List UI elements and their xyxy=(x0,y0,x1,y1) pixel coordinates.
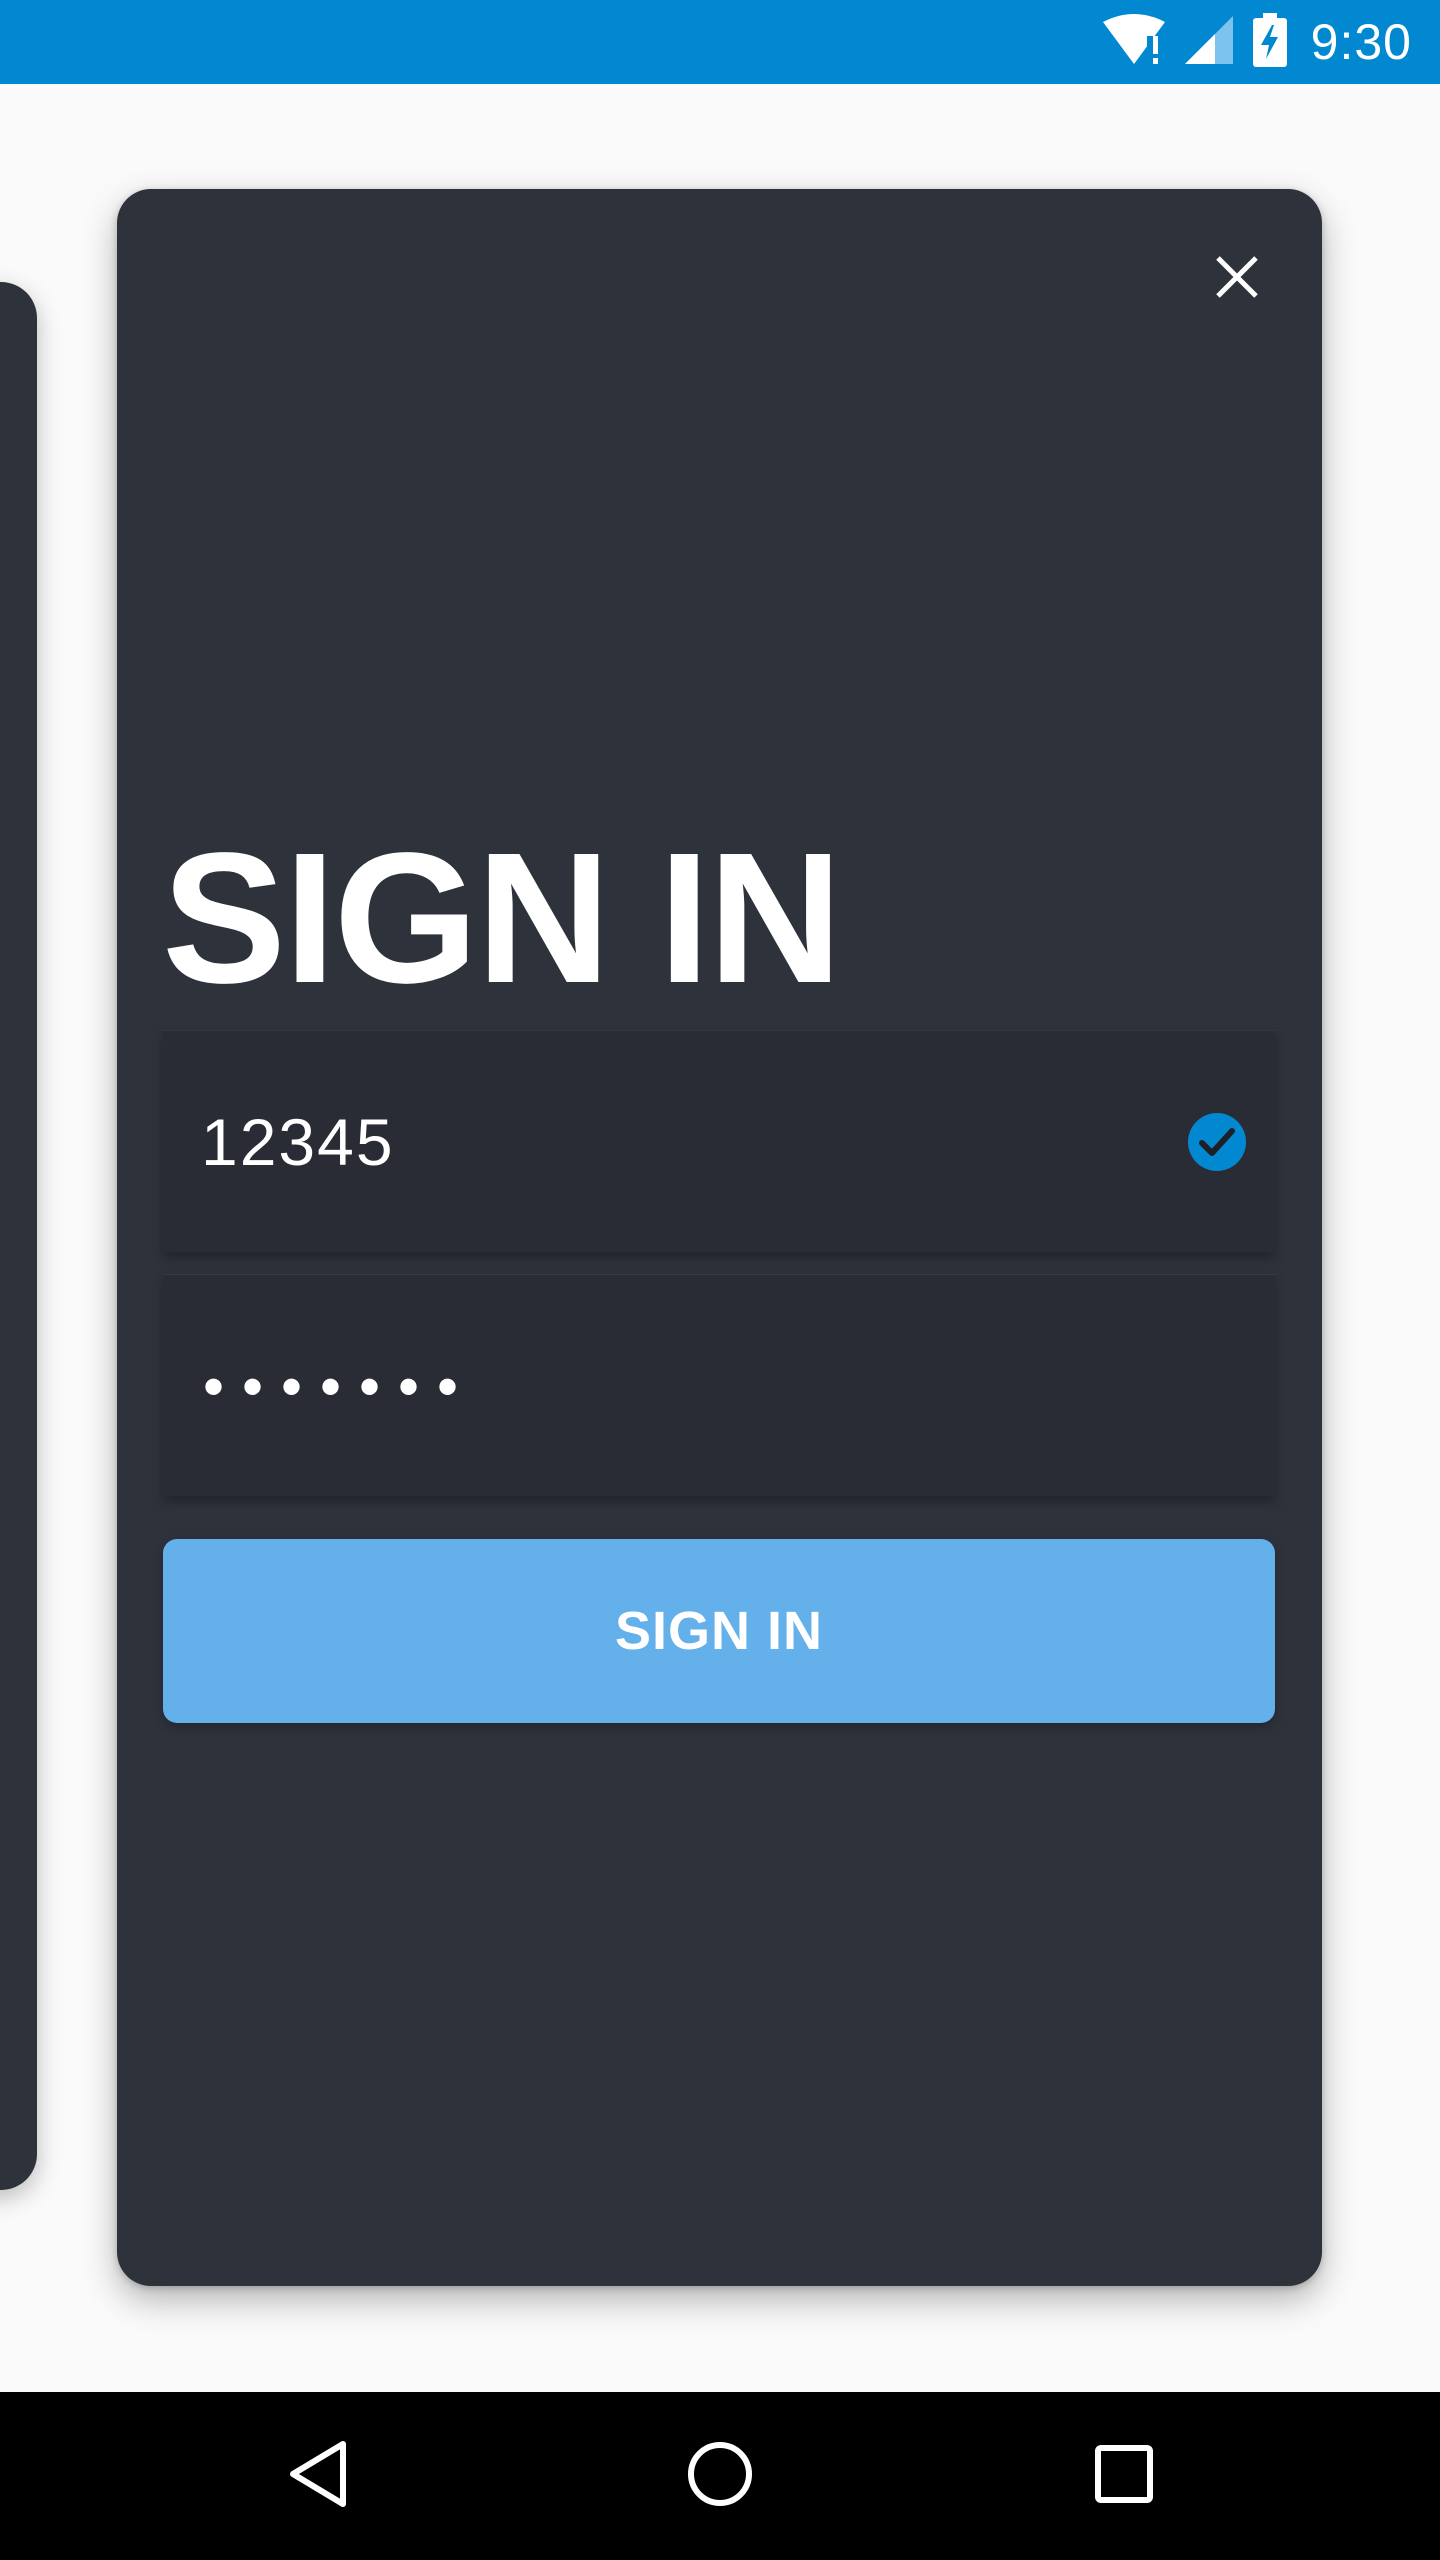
sign-in-card: SIGN IN SIGN IN xyxy=(117,189,1322,2286)
back-button[interactable] xyxy=(270,2428,366,2524)
recents-button[interactable] xyxy=(1076,2428,1172,2524)
password-field[interactable] xyxy=(163,1274,1275,1497)
status-icons: 9:30 xyxy=(1101,0,1412,84)
status-time: 9:30 xyxy=(1310,14,1412,70)
home-button[interactable] xyxy=(672,2428,768,2524)
check-circle-icon xyxy=(1187,1112,1247,1172)
username-input[interactable] xyxy=(201,1031,1101,1253)
cell-signal-icon xyxy=(1184,14,1235,71)
back-icon xyxy=(288,2439,348,2514)
wifi-alert-icon xyxy=(1101,13,1167,71)
page-title: SIGN IN xyxy=(162,815,842,1022)
home-icon xyxy=(686,2440,754,2513)
sign-in-button[interactable]: SIGN IN xyxy=(163,1539,1275,1723)
close-icon xyxy=(1215,255,1259,304)
background-card[interactable] xyxy=(0,282,37,2190)
status-bar: 9:30 xyxy=(0,0,1440,84)
recents-icon xyxy=(1094,2444,1154,2509)
battery-charging-icon xyxy=(1252,12,1287,72)
username-field[interactable] xyxy=(163,1030,1275,1253)
close-button[interactable] xyxy=(1197,239,1277,319)
navigation-bar xyxy=(0,2392,1440,2560)
password-input[interactable] xyxy=(203,1275,1103,1497)
